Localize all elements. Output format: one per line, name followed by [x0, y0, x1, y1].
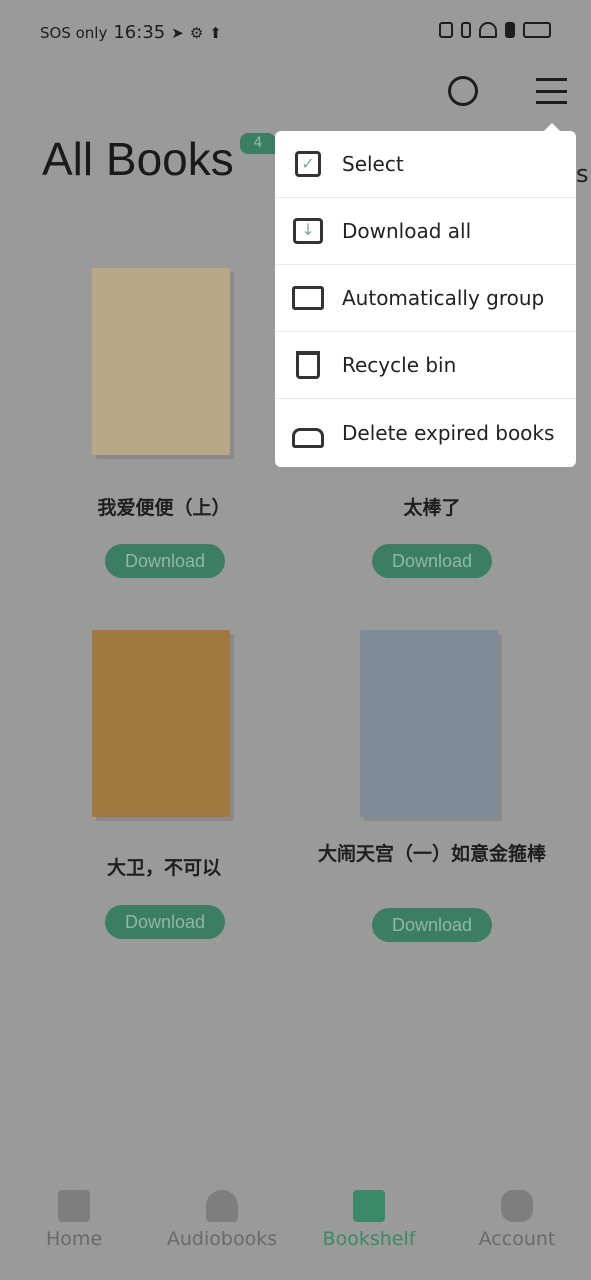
- search-icon[interactable]: [448, 76, 478, 106]
- overflow-menu: ✓ Select ↓ Download all Automatically grou…: [275, 123, 576, 467]
- book-cover[interactable]: [92, 630, 230, 817]
- trash-icon: [291, 348, 325, 382]
- menu-item-label: Select: [342, 152, 404, 176]
- download-button[interactable]: Download: [105, 544, 225, 578]
- menu-item-automatically-group[interactable]: Automatically group: [275, 265, 576, 332]
- clock: 16:35: [113, 22, 166, 43]
- select-icon: ✓: [291, 147, 325, 181]
- nav-bookshelf[interactable]: Bookshelf: [295, 1190, 443, 1250]
- headphones-icon: [206, 1190, 238, 1222]
- menu-item-label: Download all: [342, 219, 472, 243]
- nav-label: Audiobooks: [166, 1228, 278, 1250]
- nav-label: Bookshelf: [322, 1228, 416, 1250]
- book-cover[interactable]: [360, 630, 498, 817]
- book-title: 大卫，不可以: [106, 857, 221, 879]
- book-title: 大闹天宫（一）如意金箍棒: [318, 843, 547, 865]
- menu-item-label: Automatically group: [342, 286, 545, 310]
- nav-home[interactable]: Home: [0, 1190, 148, 1250]
- page-title: All Books: [42, 133, 234, 185]
- nav-label: Home: [45, 1228, 103, 1250]
- download-button[interactable]: Download: [372, 544, 492, 578]
- nfc-icon: [439, 22, 453, 38]
- download-button[interactable]: Download: [105, 905, 225, 939]
- menu-item-select[interactable]: ✓ Select: [275, 131, 576, 198]
- carrier-text: SOS only: [40, 23, 108, 42]
- nav-account[interactable]: Account: [443, 1190, 591, 1250]
- vibrate-icon: [461, 22, 471, 38]
- menu-item-download-all[interactable]: ↓ Download all: [275, 198, 576, 265]
- book-title: 太棒了: [403, 497, 461, 519]
- wifi-icon: [479, 22, 497, 38]
- bookshelf-icon: [353, 1190, 385, 1222]
- upload-icon: ⬆: [209, 23, 222, 42]
- menu-icon[interactable]: [536, 78, 567, 104]
- owl-icon: [501, 1190, 533, 1222]
- broom-icon: [291, 416, 325, 450]
- menu-item-delete-expired-books[interactable]: Delete expired books: [275, 399, 576, 466]
- nav-audiobooks[interactable]: Audiobooks: [148, 1190, 296, 1250]
- status-icons: [439, 22, 551, 38]
- partial-text: s: [576, 160, 589, 188]
- book-cover[interactable]: [92, 268, 230, 455]
- download-icon: ↓: [291, 214, 325, 248]
- gear-icon: ⚙: [189, 23, 204, 42]
- nav-label: Account: [478, 1228, 556, 1250]
- alert-icon: [505, 22, 515, 38]
- home-icon: [58, 1190, 90, 1222]
- download-button[interactable]: Download: [372, 908, 492, 942]
- count-badge: 4: [240, 133, 276, 154]
- status-bar: SOS only 16:35 ➤ ⚙ ⬆: [40, 22, 222, 43]
- book-title: 我爱便便（上）: [97, 497, 231, 519]
- battery-icon: [523, 22, 551, 38]
- menu-item-label: Delete expired books: [342, 420, 555, 445]
- menu-item-label: Recycle bin: [342, 353, 457, 377]
- telegram-icon: ➤: [171, 23, 184, 42]
- menu-item-recycle-bin[interactable]: Recycle bin: [275, 332, 576, 399]
- folder-icon: [291, 281, 325, 315]
